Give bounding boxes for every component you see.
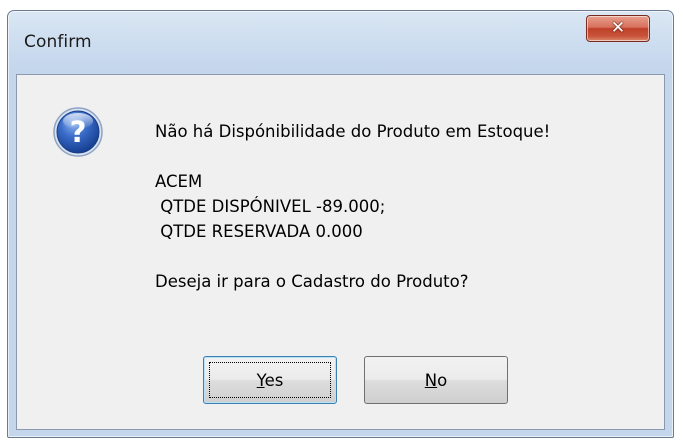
- message-line-availability: Não há Dispónibilidade do Produto em Est…: [155, 122, 551, 141]
- question-icon: ?: [53, 107, 103, 157]
- dialog-body: ? Não há Dispónibilidade do Produto em E…: [16, 74, 665, 430]
- focus-rectangle: [209, 362, 331, 398]
- message-text: Não há Dispónibilidade do Produto em Est…: [155, 119, 550, 294]
- message-line-product: ACEM: [155, 172, 203, 191]
- message-line-available-qty: QTDE DISPÓNIVEL -89.000;: [155, 197, 386, 216]
- message-line-question: Deseja ir para o Cadastro do Produto?: [155, 272, 469, 291]
- confirm-dialog: Confirm ✕ ? Não há Dispónibilidade do Pr…: [7, 10, 674, 438]
- close-button[interactable]: ✕: [586, 15, 650, 42]
- no-button-label: No: [424, 370, 448, 390]
- no-button[interactable]: No: [364, 356, 508, 404]
- title-bar[interactable]: Confirm ✕: [8, 11, 673, 73]
- question-glyph: ?: [70, 115, 87, 149]
- message-line-reserved-qty: QTDE RESERVADA 0.000: [155, 222, 363, 241]
- dialog-title: Confirm: [24, 32, 92, 52]
- yes-button[interactable]: Yes: [203, 356, 337, 404]
- close-icon: ✕: [610, 18, 626, 38]
